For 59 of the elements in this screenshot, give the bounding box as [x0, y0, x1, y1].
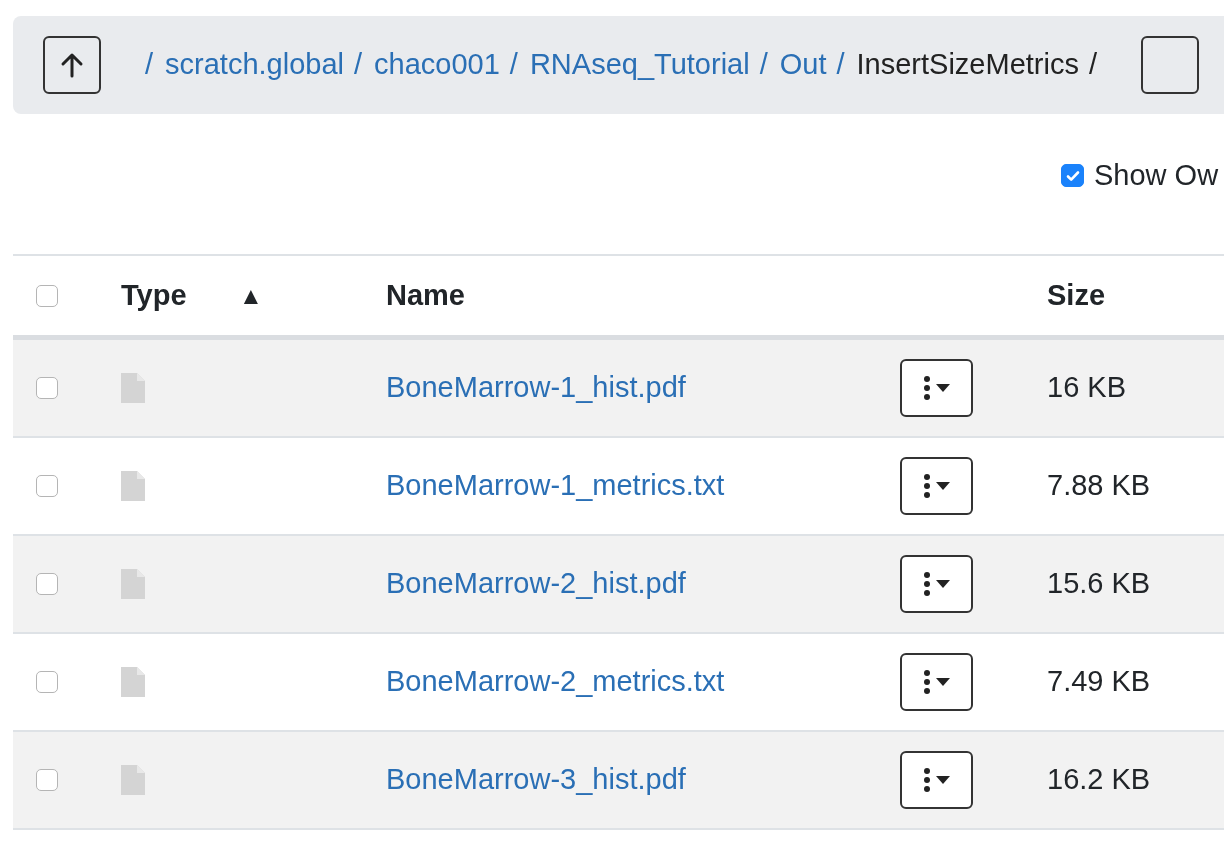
file-size: 15.6 KB	[1047, 566, 1151, 602]
file-size: 16.2 KB	[1047, 762, 1151, 798]
caret-icon	[935, 776, 950, 784]
file-size: 16 KB	[1047, 370, 1126, 406]
file-link[interactable]: BoneMarrow-2_hist.pdf	[386, 562, 900, 606]
checkbox[interactable]	[36, 573, 58, 595]
breadcrumb-link[interactable]: Out	[779, 43, 827, 87]
caret-icon	[935, 482, 950, 490]
file-icon	[121, 667, 145, 697]
sort-indicator[interactable]: ▲	[239, 277, 386, 314]
caret-icon	[935, 580, 950, 588]
actions-menu-button[interactable]	[900, 555, 973, 613]
file-link[interactable]: BoneMarrow-1_metrics.txt	[386, 464, 900, 508]
more-vertical-icon	[923, 376, 930, 400]
table-row[interactable]: BoneMarrow-2_hist.pdf 15.6 KB	[13, 536, 1224, 634]
file-link[interactable]: BoneMarrow-1_hist.pdf	[386, 366, 900, 410]
caret-icon	[935, 384, 950, 392]
up-button[interactable]	[43, 36, 101, 94]
checkbox[interactable]	[36, 769, 58, 791]
toolbar-button[interactable]	[1141, 36, 1199, 94]
checkbox[interactable]	[36, 284, 58, 307]
file-icon	[121, 471, 145, 501]
breadcrumb-link[interactable]: scratch.global	[165, 43, 344, 87]
show-owner-label: Show Ow	[1094, 158, 1219, 193]
path-separator: /	[354, 47, 363, 83]
column-header[interactable]: Type	[121, 273, 239, 318]
path-separator: /	[509, 47, 518, 83]
checkbox[interactable]	[36, 377, 58, 399]
checkbox[interactable]	[36, 671, 58, 693]
file-icon	[121, 373, 145, 403]
more-vertical-icon	[923, 572, 930, 596]
path-separator: /	[1088, 47, 1097, 83]
column-header[interactable]: Name	[386, 273, 1047, 318]
checkbox[interactable]	[1061, 164, 1084, 188]
up-arrow-icon	[60, 52, 84, 78]
breadcrumb-link[interactable]: RNAseq_Tutorial	[529, 43, 750, 87]
file-size: 7.88 KB	[1047, 468, 1151, 504]
checkbox[interactable]	[36, 475, 58, 497]
table-row[interactable]: BoneMarrow-1_hist.pdf 16 KB	[13, 340, 1224, 438]
actions-menu-button[interactable]	[900, 359, 973, 417]
table-row[interactable]: BoneMarrow-3_hist.pdf 16.2 KB	[13, 732, 1224, 830]
file-icon	[121, 765, 145, 795]
caret-icon	[935, 678, 950, 686]
file-link[interactable]: BoneMarrow-2_metrics.txt	[386, 660, 900, 704]
more-vertical-icon	[923, 474, 930, 498]
file-icon	[121, 569, 145, 599]
actions-menu-button[interactable]	[900, 653, 973, 711]
path-separator: /	[145, 47, 154, 83]
more-vertical-icon	[923, 670, 930, 694]
breadcrumb-link[interactable]: chaco001	[374, 43, 500, 87]
file-size: 7.49 KB	[1047, 664, 1151, 700]
path-separator: /	[836, 47, 845, 83]
more-vertical-icon	[923, 768, 930, 792]
actions-menu-button[interactable]	[900, 457, 973, 515]
path-separator: /	[759, 47, 768, 83]
column-header[interactable]: Size	[1047, 273, 1106, 318]
actions-menu-button[interactable]	[900, 751, 973, 809]
current-folder: InsertSizeMetrics	[856, 47, 1079, 83]
file-link[interactable]: BoneMarrow-3_hist.pdf	[386, 758, 900, 802]
